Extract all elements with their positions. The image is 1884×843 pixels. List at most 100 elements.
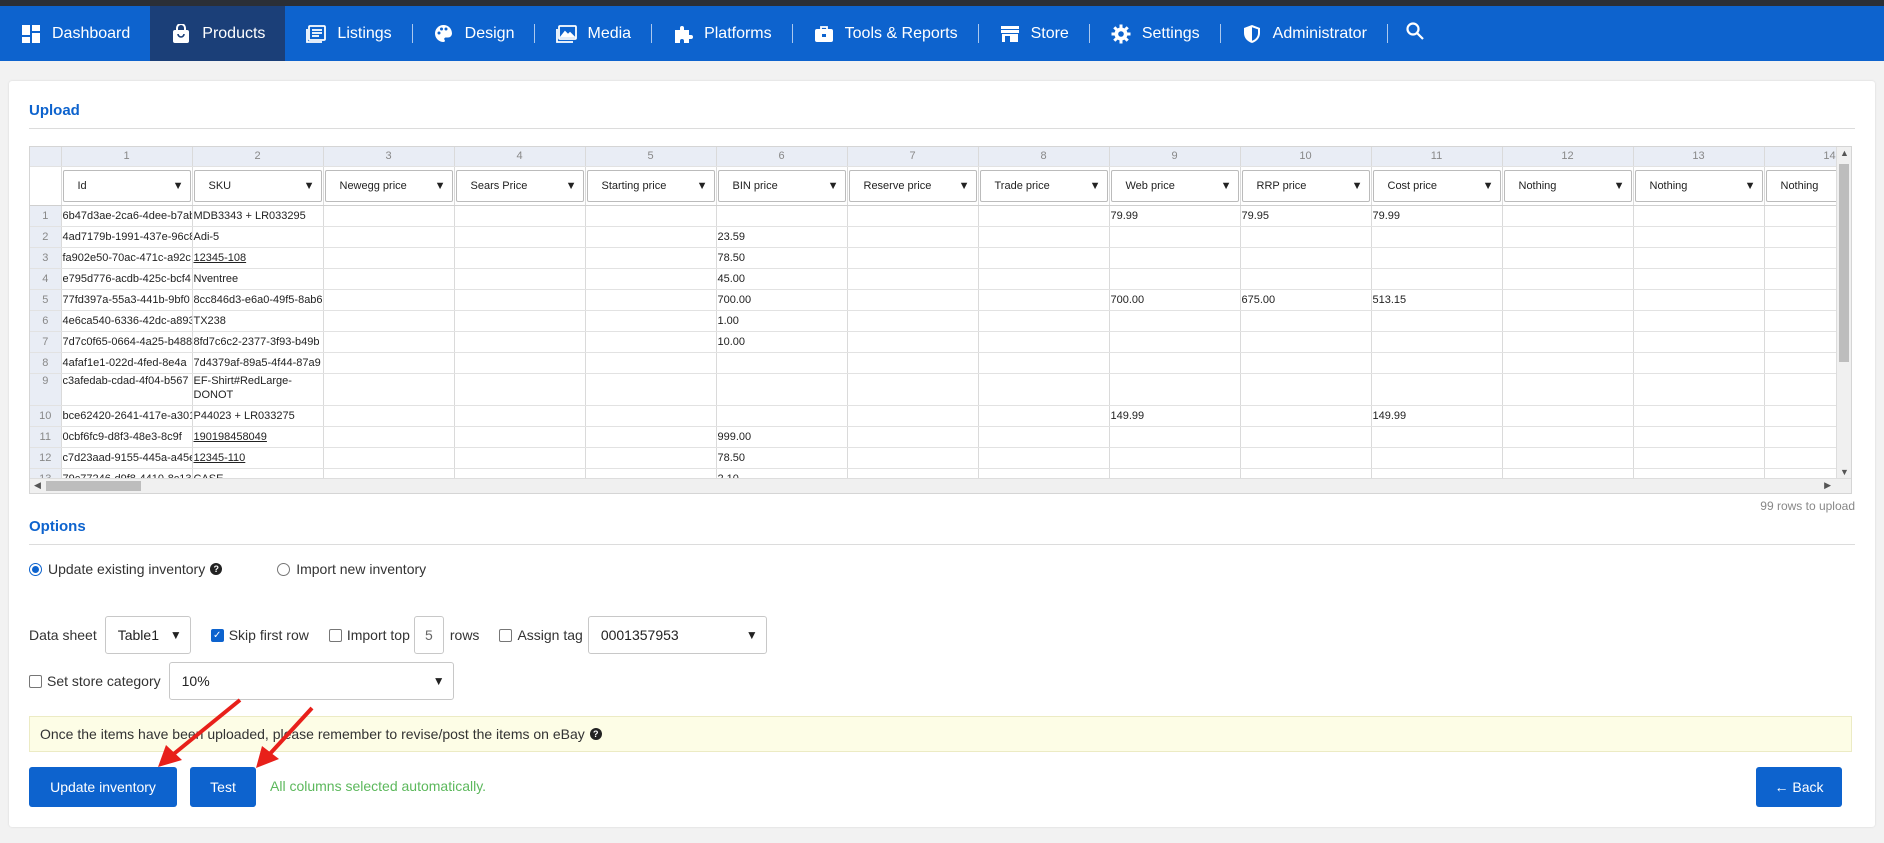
help-icon[interactable]: ? (210, 563, 223, 575)
grid-cell[interactable] (585, 247, 717, 269)
grid-cell[interactable] (1371, 352, 1503, 374)
grid-cell[interactable]: 1.00 (716, 310, 848, 332)
grid-cell[interactable] (978, 268, 1110, 290)
assign-tag-checkbox[interactable] (499, 628, 513, 642)
grid-cell[interactable] (454, 205, 586, 227)
grid-cell[interactable] (847, 226, 979, 248)
nav-tools-reports[interactable]: Tools & Reports (793, 6, 978, 61)
grid-cell[interactable] (847, 268, 979, 290)
grid-cell[interactable] (585, 352, 717, 374)
set-store-category-label[interactable]: Set store category (47, 673, 161, 689)
grid-cell[interactable]: 4afaf1e1-022d-4fed-8e4a (61, 352, 193, 374)
import-top-checkbox[interactable] (328, 628, 342, 642)
grid-cell[interactable] (1633, 268, 1765, 290)
grid-cell[interactable]: c7d23aad-9155-445a-a45e (61, 447, 193, 469)
column-mapping-select[interactable]: Web price ▼ (1110, 169, 1239, 202)
grid-cell[interactable]: 513.15 (1371, 289, 1503, 311)
grid-cell[interactable] (847, 352, 979, 374)
grid-cell[interactable] (1502, 352, 1634, 374)
grid-cell[interactable] (847, 247, 979, 269)
grid-cell[interactable] (1502, 268, 1634, 290)
grid-cell[interactable] (978, 373, 1110, 406)
column-mapping-select[interactable]: SKU ▼ (193, 169, 322, 202)
grid-cell[interactable]: 7d7c0f65-0664-4a25-b488 (61, 331, 193, 353)
grid-cell[interactable] (585, 205, 717, 227)
grid-cell[interactable] (1633, 331, 1765, 353)
grid-cell[interactable] (1502, 426, 1634, 448)
grid-cell[interactable] (454, 226, 586, 248)
scroll-thumb[interactable] (1839, 164, 1849, 362)
grid-cell[interactable] (978, 331, 1110, 353)
grid-cell[interactable] (1633, 205, 1765, 227)
grid-cell[interactable] (847, 405, 979, 427)
grid-cell[interactable]: 77fd397a-55a3-441b-9bf0 (61, 289, 193, 311)
grid-cell[interactable] (847, 310, 979, 332)
grid-cell[interactable] (585, 405, 717, 427)
grid-cell[interactable] (978, 205, 1110, 227)
grid-cell[interactable] (1371, 226, 1503, 248)
column-mapping-select[interactable]: Newegg price ▼ (324, 169, 453, 202)
grid-cell[interactable] (847, 426, 979, 448)
grid-cell[interactable]: bce62420-2641-417e-a301 (61, 405, 193, 427)
grid-cell[interactable] (585, 426, 717, 448)
nav-search-button[interactable] (1388, 6, 1442, 61)
grid-cell[interactable] (1371, 447, 1503, 469)
grid-cell[interactable] (1240, 426, 1372, 448)
grid-cell[interactable]: Nventree (192, 268, 324, 290)
update-inventory-button[interactable]: Update inventory (29, 767, 177, 807)
scroll-thumb[interactable] (46, 481, 141, 491)
grid-cell[interactable] (1109, 310, 1241, 332)
grid-cell[interactable]: 78.50 (716, 447, 848, 469)
grid-cell[interactable] (1633, 247, 1765, 269)
grid-cell[interactable] (585, 373, 717, 406)
grid-cell[interactable]: 675.00 (1240, 289, 1372, 311)
grid-cell[interactable] (323, 447, 455, 469)
grid-cell[interactable]: 79.95 (1240, 205, 1372, 227)
grid-cell[interactable] (1109, 447, 1241, 469)
grid-cell[interactable]: P44023 + LR033275 (192, 405, 324, 427)
grid-cell[interactable] (1109, 426, 1241, 448)
grid-cell[interactable] (1502, 205, 1634, 227)
column-mapping-select[interactable]: Reserve price ▼ (848, 169, 977, 202)
grid-cell[interactable] (847, 373, 979, 406)
grid-cell[interactable] (978, 426, 1110, 448)
grid-cell[interactable] (323, 247, 455, 269)
grid-cell[interactable] (1240, 405, 1372, 427)
grid-cell[interactable] (978, 310, 1110, 332)
grid-cell[interactable] (323, 226, 455, 248)
grid-cell[interactable] (454, 447, 586, 469)
grid-cell[interactable] (716, 405, 848, 427)
import-new-label[interactable]: Import new inventory (296, 561, 426, 577)
grid-cell[interactable]: 6b47d3ae-2ca6-4dee-b7ab (61, 205, 193, 227)
grid-cell[interactable]: fa902e50-70ac-471c-a92c (61, 247, 193, 269)
grid-cell[interactable] (323, 405, 455, 427)
grid-cell[interactable] (1371, 310, 1503, 332)
nav-media[interactable]: Media (535, 6, 651, 61)
grid-cell[interactable]: 12345-108 (192, 247, 324, 269)
grid-cell[interactable] (978, 447, 1110, 469)
grid-cell[interactable] (454, 373, 586, 406)
test-button[interactable]: Test (190, 767, 256, 807)
nav-dashboard[interactable]: Dashboard (0, 6, 150, 61)
grid-cell[interactable] (323, 310, 455, 332)
grid-cell[interactable]: 700.00 (716, 289, 848, 311)
grid-cell[interactable] (1371, 247, 1503, 269)
grid-cell[interactable] (1109, 268, 1241, 290)
set-store-category-checkbox[interactable] (29, 674, 42, 688)
store-category-select[interactable]: 10% ▼ (168, 662, 454, 700)
nav-administrator[interactable]: Administrator (1221, 6, 1387, 61)
grid-cell[interactable]: 10.00 (716, 331, 848, 353)
skip-first-row-label[interactable]: Skip first row (229, 627, 309, 643)
grid-cell[interactable] (585, 226, 717, 248)
grid-cell[interactable] (716, 205, 848, 227)
grid-cell[interactable] (1371, 331, 1503, 353)
grid-cell[interactable] (978, 352, 1110, 374)
grid-cell[interactable]: c3afedab-cdad-4f04-b567 (61, 373, 193, 406)
grid-cell[interactable] (585, 268, 717, 290)
column-mapping-select[interactable]: RRP price ▼ (1241, 169, 1370, 202)
grid-cell[interactable] (1240, 226, 1372, 248)
grid-cell[interactable]: 45.00 (716, 268, 848, 290)
grid-cell[interactable] (1109, 226, 1241, 248)
grid-cell[interactable] (585, 289, 717, 311)
grid-cell[interactable] (1633, 352, 1765, 374)
